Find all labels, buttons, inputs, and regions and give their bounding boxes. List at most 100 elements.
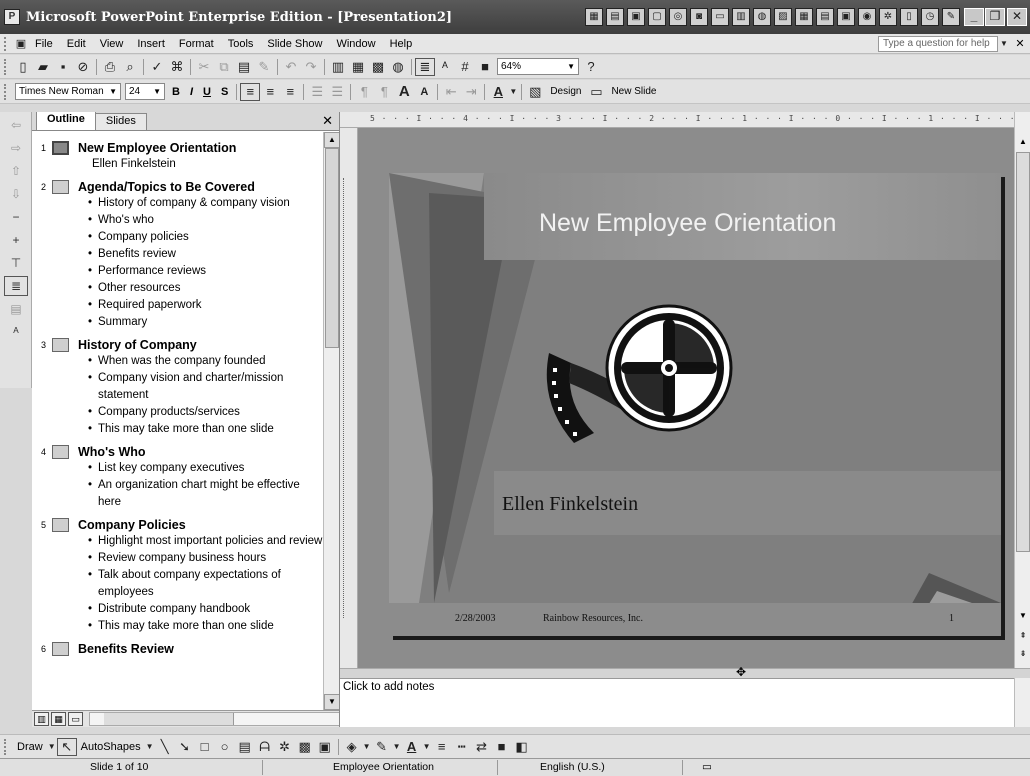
italic-button[interactable]: I bbox=[185, 83, 198, 101]
previous-slide-icon[interactable]: ⇞ bbox=[1015, 628, 1030, 644]
outline-slide[interactable]: 5 Company Policies Highlight most import… bbox=[32, 517, 324, 635]
slide-footer-company[interactable]: Rainbow Resources, Inc. bbox=[543, 613, 643, 624]
settings-icon[interactable]: ◎ bbox=[669, 8, 687, 26]
slide-canvas[interactable]: New Employee Orientation Ellen Finkelste… bbox=[389, 173, 1001, 636]
outline-slide[interactable]: 4 Who's Who List key company executives … bbox=[32, 444, 324, 511]
collapse-all-icon[interactable]: ⊤ bbox=[4, 253, 28, 273]
menu-file[interactable]: File bbox=[28, 38, 60, 50]
notes-placeholder[interactable]: Click to add notes bbox=[343, 681, 434, 693]
research-icon[interactable]: ⌘ bbox=[167, 58, 187, 76]
document-icon[interactable]: ▣ bbox=[14, 35, 28, 53]
expand-all-icon[interactable]: ≣ bbox=[415, 57, 435, 76]
outline-bullet[interactable]: Company policies bbox=[78, 229, 324, 246]
expand-icon[interactable]: + bbox=[4, 230, 28, 250]
font-color-icon[interactable]: A bbox=[402, 738, 422, 756]
outline-bullet[interactable]: Distribute company handbook bbox=[78, 601, 324, 618]
slide-number-placeholder[interactable]: 1 bbox=[949, 613, 954, 624]
clock-icon[interactable]: ◷ bbox=[921, 8, 939, 26]
outline-slide[interactable]: 3 History of Company When was the compan… bbox=[32, 337, 324, 438]
spelling-status-icon[interactable]: ▭ bbox=[702, 761, 712, 773]
disc-icon[interactable]: ◉ bbox=[858, 8, 876, 26]
photo-icon[interactable]: ▨ bbox=[774, 8, 792, 26]
box-icon[interactable]: ▣ bbox=[837, 8, 855, 26]
outline-slide-title[interactable]: Company Policies bbox=[78, 517, 324, 533]
font-size-select[interactable]: 24 ▼ bbox=[125, 83, 165, 100]
font-name-select[interactable]: Times New Roman ▼ bbox=[15, 83, 121, 100]
menu-edit[interactable]: Edit bbox=[60, 38, 93, 50]
undo-icon[interactable]: ↶ bbox=[281, 58, 301, 76]
outline-bullet[interactable]: Who's who bbox=[78, 212, 324, 229]
format-painter-icon[interactable]: ✎ bbox=[254, 58, 274, 76]
help-dropdown-icon[interactable]: ▼ bbox=[998, 35, 1010, 53]
menu-tools[interactable]: Tools bbox=[221, 38, 261, 50]
status-design[interactable]: Employee Orientation bbox=[333, 761, 434, 773]
outline-bullet[interactable]: An organization chart might be effective… bbox=[78, 477, 324, 511]
slide-show-icon[interactable]: ▭ bbox=[68, 712, 83, 726]
menu-help[interactable]: Help bbox=[383, 38, 420, 50]
summary-slide-icon[interactable]: ▤ bbox=[4, 299, 28, 319]
outline-bullet[interactable]: Benefits review bbox=[78, 246, 324, 263]
doc-icon[interactable]: ▯ bbox=[900, 8, 918, 26]
table-icon[interactable]: ▤ bbox=[816, 8, 834, 26]
line-color-icon[interactable]: ✎ bbox=[372, 738, 392, 756]
oval-icon[interactable]: ○ bbox=[215, 738, 235, 756]
toolbar-grip[interactable] bbox=[4, 58, 10, 75]
vertical-ruler[interactable] bbox=[340, 128, 358, 668]
print-icon[interactable]: ⎙ bbox=[100, 58, 120, 76]
globe-icon[interactable]: ◍ bbox=[753, 8, 771, 26]
collapse-icon[interactable]: − bbox=[4, 207, 28, 227]
minimize-button[interactable]: _ bbox=[964, 8, 984, 26]
outline-vertical-scrollbar[interactable]: ▲ ▼ bbox=[323, 132, 339, 710]
tool-icon[interactable]: ✎ bbox=[942, 8, 960, 26]
outline-bullet[interactable]: Talk about company expectations of emplo… bbox=[78, 567, 324, 601]
align-left-icon[interactable]: ≡ bbox=[240, 82, 261, 101]
slide-icon[interactable] bbox=[52, 518, 69, 532]
slide-sorter-icon[interactable]: ▦ bbox=[51, 712, 66, 726]
paste-icon[interactable]: ▤ bbox=[234, 58, 254, 76]
arrow-style-icon[interactable]: ⇄ bbox=[472, 738, 492, 756]
horizontal-ruler[interactable]: 5 · · · I · · · 4 · · · I · · · 3 · · · … bbox=[340, 112, 1014, 128]
tab-outline[interactable]: Outline bbox=[36, 112, 96, 130]
color-grayscale-icon[interactable]: ■ bbox=[475, 58, 495, 76]
gear-icon[interactable]: ✲ bbox=[879, 8, 897, 26]
increase-font-icon[interactable]: A bbox=[394, 83, 414, 101]
move-down-icon[interactable]: ⇩ bbox=[4, 184, 28, 204]
align-center-icon[interactable]: ≡ bbox=[260, 83, 280, 101]
copy-icon[interactable]: ⧉ bbox=[214, 58, 234, 76]
redo-icon[interactable]: ↷ bbox=[301, 58, 321, 76]
tables-borders-icon[interactable]: ▩ bbox=[368, 58, 388, 76]
save-icon[interactable]: ▪ bbox=[53, 58, 73, 76]
line-style-icon[interactable]: ≡ bbox=[432, 738, 452, 756]
font-color-icon[interactable]: A bbox=[488, 83, 508, 101]
slide-vertical-scrollbar[interactable]: ▲ ▼ ⇞ ⇟ bbox=[1014, 112, 1030, 668]
outline-bullet[interactable]: Summary bbox=[78, 314, 324, 331]
diagram-icon[interactable]: ✲ bbox=[275, 738, 295, 756]
text-box-icon[interactable]: ▤ bbox=[235, 738, 255, 756]
line-icon[interactable]: ╲ bbox=[155, 738, 175, 756]
outline-bullet[interactable]: This may take more than one slide bbox=[78, 421, 324, 438]
bold-button[interactable]: B bbox=[167, 83, 185, 101]
outline-slide-title[interactable]: Who's Who bbox=[78, 444, 324, 460]
scroll-up-icon[interactable]: ▲ bbox=[324, 132, 339, 148]
close-document-button[interactable]: ✕ bbox=[1010, 37, 1030, 50]
outline-slide-subtitle[interactable]: Ellen Finkelstein bbox=[78, 156, 324, 173]
outline-bullet[interactable]: Company vision and charter/mission state… bbox=[78, 370, 324, 404]
outline-bullet[interactable]: Review company business hours bbox=[78, 550, 324, 567]
design-button[interactable]: Design bbox=[545, 83, 586, 101]
print-preview-icon[interactable]: ⌕ bbox=[120, 58, 140, 76]
scroll-thumb[interactable] bbox=[1016, 152, 1030, 552]
outline-bullet[interactable]: Performance reviews bbox=[78, 263, 324, 280]
slide-title[interactable]: New Employee Orientation bbox=[539, 209, 836, 238]
permission-icon[interactable]: ⊘ bbox=[73, 58, 93, 76]
3d-style-icon[interactable]: ◧ bbox=[512, 738, 532, 756]
cut-icon[interactable]: ✂ bbox=[194, 58, 214, 76]
bullets-icon[interactable]: ☰ bbox=[327, 83, 347, 101]
outline-body[interactable]: 1 New Employee Orientation Ellen Finkels… bbox=[32, 132, 324, 707]
outline-slide-title[interactable]: New Employee Orientation bbox=[78, 140, 324, 156]
scroll-down-icon[interactable]: ▼ bbox=[324, 694, 339, 710]
underline-button[interactable]: U bbox=[198, 83, 216, 101]
slide-icon[interactable] bbox=[52, 141, 69, 155]
notes-pane[interactable]: Click to add notes bbox=[340, 678, 1014, 727]
menu-slide-show[interactable]: Slide Show bbox=[260, 38, 329, 50]
chevron-down-icon[interactable]: ▼ bbox=[362, 738, 372, 756]
